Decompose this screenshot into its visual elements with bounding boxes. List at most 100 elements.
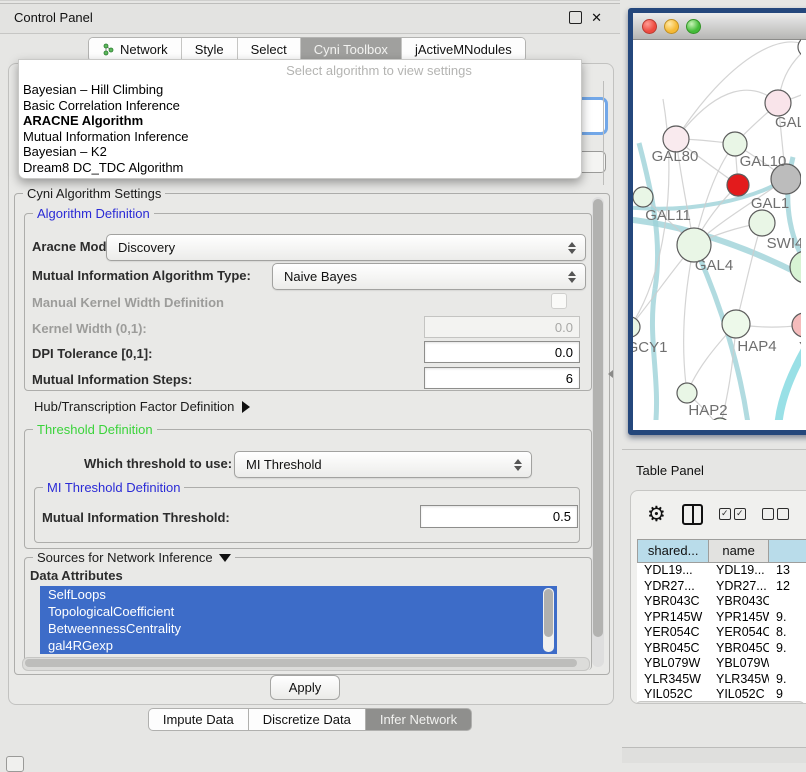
table-horizontal-scrollbar[interactable] (635, 701, 805, 704)
chevron-updown-icon (509, 459, 531, 471)
control-panel-window: Control Panel ✕ Network Style SelectCyni T… (0, 0, 620, 763)
network-edge[interactable] (736, 223, 762, 324)
settings-horizontal-scrollbar[interactable] (22, 657, 590, 671)
table-row[interactable]: YBR045CYBR045C9. (637, 641, 806, 657)
tab-label: Style (195, 42, 224, 57)
network-node[interactable] (722, 310, 750, 338)
minimized-panel-icon[interactable] (6, 756, 24, 772)
hub-definition-toggle[interactable]: Hub/Transcription Factor Definition (34, 399, 250, 414)
select-all-checkboxes-icon[interactable]: ✓✓ (719, 508, 746, 520)
table-cell: YBL079W (709, 656, 769, 672)
attribute-item[interactable]: SelfLoops (40, 586, 557, 603)
algorithm-option[interactable]: Bayesian – Hill Climbing (21, 82, 579, 98)
dpi-tolerance-label: DPI Tolerance [0,1]: (32, 346, 152, 361)
table-row[interactable]: YDR27...YDR27...12 (637, 579, 806, 595)
mi-threshold-label: Mutual Information Threshold: (42, 510, 230, 525)
tab-jactivemnodules[interactable]: jActiveMNodules (402, 38, 525, 61)
table-row[interactable]: YER054CYER054C8. (637, 625, 806, 641)
minimize-traffic-light-icon[interactable] (664, 19, 679, 34)
splitter-handle-icon[interactable] (608, 370, 613, 378)
gear-icon[interactable]: ⚙ (647, 504, 666, 525)
which-threshold-value: MI Threshold (235, 457, 509, 472)
network-edge[interactable] (684, 245, 694, 393)
tab-network[interactable]: Network (89, 38, 182, 61)
deselect-all-checkboxes-icon[interactable] (762, 508, 789, 520)
network-node[interactable] (792, 313, 801, 337)
attribute-item[interactable]: TopologicalCoefficient (40, 603, 557, 620)
network-window-titlebar[interactable] (633, 13, 806, 40)
network-node[interactable] (749, 210, 775, 236)
apply-button[interactable]: Apply (270, 675, 340, 700)
settings-vertical-scrollbar[interactable] (592, 197, 604, 667)
network-node[interactable] (765, 90, 791, 116)
network-view-window[interactable]: GALGAL80GAL10GAL1GAL11SWI4GAL4HAP4YGCY1H… (628, 8, 806, 435)
bottom-tab-discretize-data[interactable]: Discretize Data (248, 708, 365, 731)
table-row[interactable]: YPR145WYPR145W9. (637, 610, 806, 626)
table-cell: 12 (769, 579, 806, 595)
which-threshold-dropdown[interactable]: MI Threshold (234, 451, 532, 478)
table-cell: YDR27... (709, 579, 769, 595)
node-table: shared...name YDL19...YDL19...13YDR27...… (637, 539, 806, 703)
table-row[interactable]: YBL079WYBL079W (637, 656, 806, 672)
table-toolbar: ⚙ ✓✓ (631, 491, 806, 537)
tab-style[interactable]: Style (182, 38, 238, 61)
table-column-header[interactable]: name (708, 539, 768, 563)
dpi-tolerance-input[interactable]: 0.0 (424, 341, 580, 363)
table-row[interactable]: YLR345WYLR345W9. (637, 672, 806, 688)
attribute-item[interactable]: BetweennessCentrality (40, 620, 557, 637)
algorithm-option[interactable]: Mutual Information Inference (21, 129, 579, 145)
columns-icon[interactable] (682, 504, 703, 525)
algorithm-option[interactable]: Basic Correlation Inference (21, 98, 579, 114)
network-node[interactable] (633, 317, 640, 337)
bottom-tab-infer-network[interactable]: Infer Network (365, 708, 472, 731)
table-cell: YPR145W (637, 610, 709, 626)
algorithm-option[interactable]: Bayesian – K2 (21, 144, 579, 160)
cyni-settings-group-title: Cyni Algorithm Settings (23, 186, 165, 201)
algorithm-option[interactable]: ARACNE Algorithm (21, 113, 579, 129)
table-cell (769, 656, 806, 672)
mi-threshold-input[interactable]: 0.5 (420, 505, 578, 528)
attribute-item[interactable]: gal4RGexp (40, 637, 557, 654)
algorithm-definition-title: Algorithm Definition (33, 206, 154, 221)
close-icon[interactable]: ✕ (591, 11, 602, 24)
table-cell: YLR345W (637, 672, 709, 688)
aracne-mode-dropdown[interactable]: Discovery (106, 234, 586, 261)
data-attributes-label: Data Attributes (30, 568, 123, 583)
tab-select[interactable]: Select (238, 38, 301, 61)
manual-kernel-width-checkbox[interactable] (551, 293, 567, 309)
table-row[interactable]: YDL19...YDL19...13 (637, 563, 806, 579)
table-cell: 8. (769, 625, 806, 641)
algorithm-option[interactable]: Dream8 DC_TDC Algorithm (21, 160, 579, 176)
node-label: GCY1 (633, 339, 667, 356)
network-graph-canvas[interactable]: GALGAL80GAL10GAL1GAL11SWI4GAL4HAP4YGCY1H… (633, 39, 801, 420)
network-edge[interactable] (676, 90, 778, 139)
table-cell: YER054C (709, 625, 769, 641)
network-node[interactable] (790, 251, 801, 283)
network-node[interactable] (727, 174, 749, 196)
zoom-traffic-light-icon[interactable] (686, 19, 701, 34)
node-label: GAL11 (645, 207, 691, 224)
bottom-tab-impute-data[interactable]: Impute Data (148, 708, 248, 731)
sources-toggle[interactable]: Sources for Network Inference (33, 550, 235, 565)
table-cell: 9. (769, 641, 806, 657)
table-column-header[interactable]: shared... (637, 539, 708, 563)
attributes-scrollbar[interactable] (543, 588, 554, 652)
float-window-icon[interactable] (569, 11, 582, 24)
kernel-width-input[interactable]: 0.0 (424, 316, 580, 338)
table-row[interactable]: YBR043CYBR043C (637, 594, 806, 610)
tab-cyni-toolbox[interactable]: Cyni Toolbox (301, 38, 402, 61)
table-cell: YLR345W (709, 672, 769, 688)
network-node[interactable] (677, 383, 697, 403)
mi-algorithm-type-dropdown[interactable]: Naive Bayes (272, 263, 586, 290)
network-node[interactable] (798, 39, 801, 57)
control-panel-title: Control Panel (14, 10, 93, 25)
node-label: GAL1 (751, 195, 789, 212)
table-column-header[interactable] (768, 539, 806, 563)
hidden-groupbox-edge (603, 81, 604, 185)
network-node[interactable] (633, 187, 653, 207)
data-attributes-list[interactable]: SelfLoopsTopologicalCoefficientBetweenne… (40, 586, 557, 654)
mi-steps-input[interactable]: 6 (424, 367, 580, 389)
network-edge[interactable] (778, 339, 801, 420)
node-label: HAP2 (688, 402, 727, 419)
close-traffic-light-icon[interactable] (642, 19, 657, 34)
